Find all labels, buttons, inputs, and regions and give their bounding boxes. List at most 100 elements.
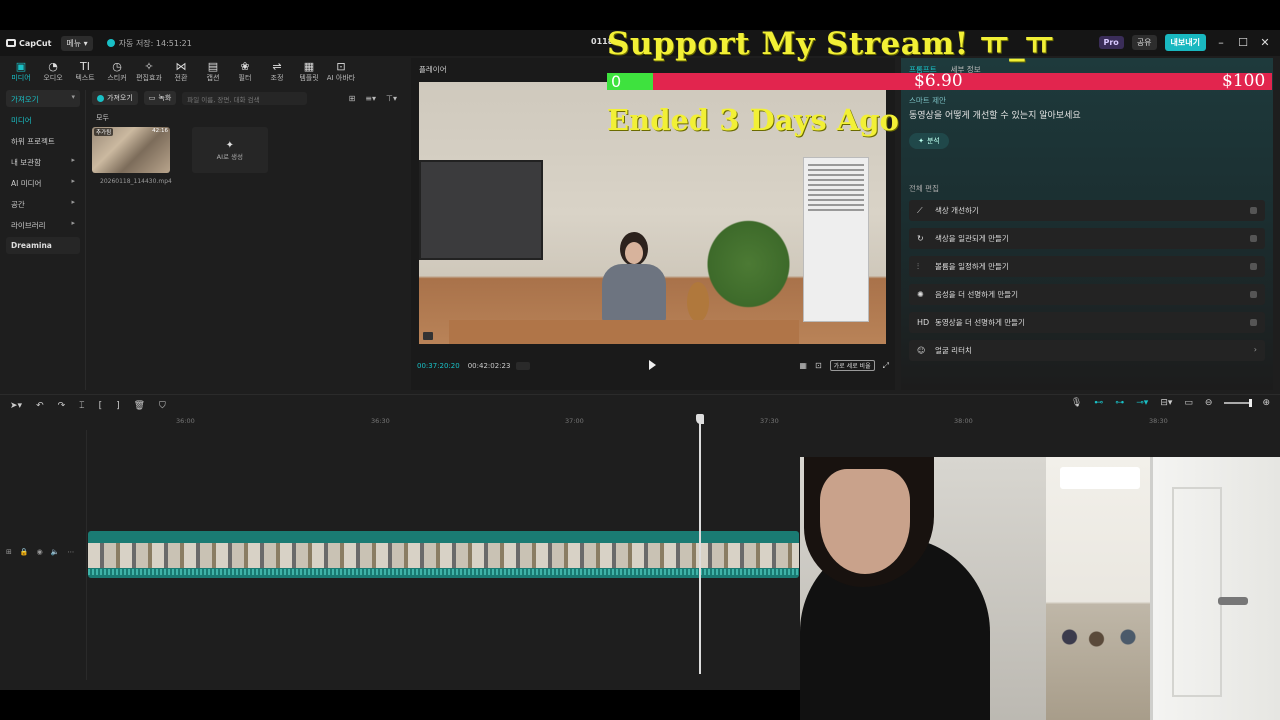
trim-right-icon[interactable]: ]	[116, 401, 120, 411]
tab-sticker[interactable]: ◷ 스티커	[102, 56, 132, 88]
tab-label: AI 아바타	[326, 74, 356, 82]
smart-suggestion-text: 동영상을 어떻게 개선할 수 있는지 알아보세요	[909, 111, 1081, 121]
grid-view-icon[interactable]: ⊞	[349, 94, 356, 103]
timeline-ruler[interactable]: 36:00 36:30 37:00 37:30 38:00 38:30	[86, 416, 1280, 430]
sidebar-item-library[interactable]: 라이브러리 ▸	[6, 216, 80, 233]
tab-adjust[interactable]: ⇌ 조정	[262, 56, 292, 88]
timeline-toolbar: ➤▾ ↶ ↷ ⌶ [ ] 🗑 ⛉ 🎙 ⊷ ⊶ ⊸▾ ⊟▾ ▭ ⊖ ⊕	[0, 394, 1280, 416]
media-item[interactable]: 추가됨 42:16 20260118_114430.mp4	[92, 127, 180, 190]
capcut-logo-icon	[6, 39, 16, 47]
zoom-slider[interactable]	[1224, 399, 1253, 407]
option-toggle[interactable]	[1250, 263, 1257, 270]
option-toggle[interactable]	[1250, 291, 1257, 298]
seated-people	[1056, 617, 1146, 657]
split-icon[interactable]: ⌶	[79, 401, 84, 411]
fit-icon[interactable]: ⊡	[815, 361, 822, 370]
option-toggle[interactable]	[1250, 235, 1257, 242]
redo-icon[interactable]: ↷	[58, 401, 66, 411]
safe-area-icon[interactable]: ▦	[799, 361, 807, 370]
app-name: CapCut	[19, 38, 52, 48]
marker-icon[interactable]: ⛉	[159, 401, 166, 411]
undo-icon[interactable]: ↶	[36, 401, 44, 411]
zoom-out-icon[interactable]: ⊖	[1205, 398, 1213, 408]
link-clips-icon[interactable]: ⊷	[1094, 398, 1103, 408]
microphone-icon[interactable]: 🎙	[1071, 398, 1082, 408]
chevron-right-icon: ▸	[71, 156, 75, 164]
export-button[interactable]: 내보내기	[1164, 34, 1206, 51]
pro-button[interactable]: Pro	[1098, 36, 1124, 49]
option-face-retouch[interactable]: ☺ 얼굴 리터치 ›	[909, 340, 1265, 361]
select-tool-icon[interactable]: ➤▾	[10, 401, 22, 411]
delete-icon[interactable]: 🗑	[134, 401, 145, 411]
media-search-input[interactable]: 파일 이름, 장면, 대화 검색	[182, 91, 308, 105]
split-screen-icon[interactable]: ⊟▾	[1160, 398, 1172, 408]
track-cover-icon[interactable]: ⊞	[6, 548, 12, 556]
playhead[interactable]	[699, 414, 701, 674]
tab-media[interactable]: ▣ 미디어	[6, 56, 36, 88]
tab-text[interactable]: TI 텍스트	[70, 56, 100, 88]
sort-icon[interactable]: ≡▾	[365, 94, 376, 103]
preview-axis-icon[interactable]: ⊸▾	[1136, 398, 1148, 408]
play-button[interactable]	[649, 360, 656, 370]
option-sharper-video[interactable]: HD 동영상을 더 선명하게 만들기	[909, 312, 1265, 333]
fit-timeline-icon[interactable]: ▭	[1184, 398, 1193, 408]
webcam-person-face	[820, 469, 910, 574]
ceiling-light	[1060, 467, 1140, 489]
sidebar-item-subprojects[interactable]: 하위 프로젝트	[6, 132, 80, 149]
aspect-ratio-button[interactable]: 가로 세로 비율	[829, 360, 875, 371]
sidebar-item-label: 가져오기	[11, 95, 39, 104]
sidebar-item-media[interactable]: 미디어	[6, 111, 80, 128]
media-thumbnail[interactable]: 추가됨 42:16	[92, 127, 170, 173]
option-toggle[interactable]	[1250, 319, 1257, 326]
magnet-icon[interactable]: ⊶	[1115, 398, 1124, 408]
audio-icon: ◔	[48, 60, 58, 73]
timecode-toggle[interactable]	[516, 362, 531, 370]
ai-generate-label: AI로 생성	[216, 152, 244, 161]
tab-ai-avatar[interactable]: ⊡ AI 아바타	[326, 56, 356, 88]
tab-transition[interactable]: ⋈ 전환	[166, 56, 196, 88]
tab-label: 캡션	[206, 74, 220, 82]
caption-icon: ▤	[207, 60, 219, 73]
tab-audio[interactable]: ◔ 오디오	[38, 56, 68, 88]
close-icon[interactable]: ✕	[1258, 36, 1272, 49]
media-view-controls: ⊞ ≡▾ ⊤▾	[349, 94, 397, 103]
video-clip[interactable]	[88, 531, 799, 578]
speaker-icon[interactable]: 🔈	[51, 548, 60, 556]
lock-icon[interactable]: 🔒	[20, 548, 29, 556]
ai-avatar-icon: ⊡	[336, 60, 346, 73]
analyze-button[interactable]: ✦ 분석	[909, 133, 949, 149]
sidebar-item-import[interactable]: 가져오기 ▾	[6, 90, 80, 107]
tab-effects[interactable]: ✧ 편집효과	[134, 56, 164, 88]
template-icon: ▦	[303, 60, 315, 73]
more-icon[interactable]: ⋯	[67, 548, 74, 556]
tab-template[interactable]: ▦ 템플릿	[294, 56, 324, 88]
record-button[interactable]: ▭ 녹화	[143, 91, 177, 105]
tab-label: 미디어	[11, 74, 31, 82]
trim-left-icon[interactable]: [	[99, 401, 103, 411]
filter-icon[interactable]: ⊤▾	[386, 94, 397, 103]
share-button[interactable]: 공유	[1131, 35, 1157, 50]
import-button[interactable]: 가져오기	[92, 91, 138, 105]
tab-filter[interactable]: ❀ 필터	[230, 56, 260, 88]
menu-button[interactable]: 메뉴 ▾	[61, 35, 93, 51]
sidebar-item-label: 내 보관함	[11, 158, 41, 167]
option-toggle[interactable]	[1250, 207, 1257, 214]
chevron-right-icon: ▸	[71, 177, 75, 185]
option-consistent-color[interactable]: ↻ 색상을 일관되게 만들기	[909, 228, 1265, 249]
zoom-in-icon[interactable]: ⊕	[1262, 398, 1270, 408]
option-consistent-volume[interactable]: ⫶ 볼륨을 일정하게 만들기	[909, 256, 1265, 277]
minimize-icon[interactable]: –	[1214, 36, 1228, 49]
sidebar-item-ai-media[interactable]: AI 미디어 ▸	[6, 174, 80, 191]
sparkle-icon: ✦	[918, 137, 924, 145]
sidebar-item-my-library[interactable]: 내 보관함 ▸	[6, 153, 80, 170]
option-clearer-voice[interactable]: ✺ 음성을 더 선명하게 만들기	[909, 284, 1265, 305]
tab-caption[interactable]: ▤ 캡션	[198, 56, 228, 88]
ai-generate-tile[interactable]: ✦ AI로 생성	[191, 127, 268, 173]
fullscreen-icon[interactable]: ⤢	[883, 361, 889, 371]
maximize-icon[interactable]: ☐	[1236, 36, 1250, 49]
eye-icon[interactable]: ◉	[37, 548, 43, 556]
sidebar-item-dreamina[interactable]: Dreamina	[6, 237, 80, 254]
sidebar-item-space[interactable]: 공간 ▸	[6, 195, 80, 212]
option-enhance-color[interactable]: ⟋ 색상 개선하기	[909, 200, 1265, 221]
total-timecode: 00:42:02:23	[467, 362, 511, 370]
